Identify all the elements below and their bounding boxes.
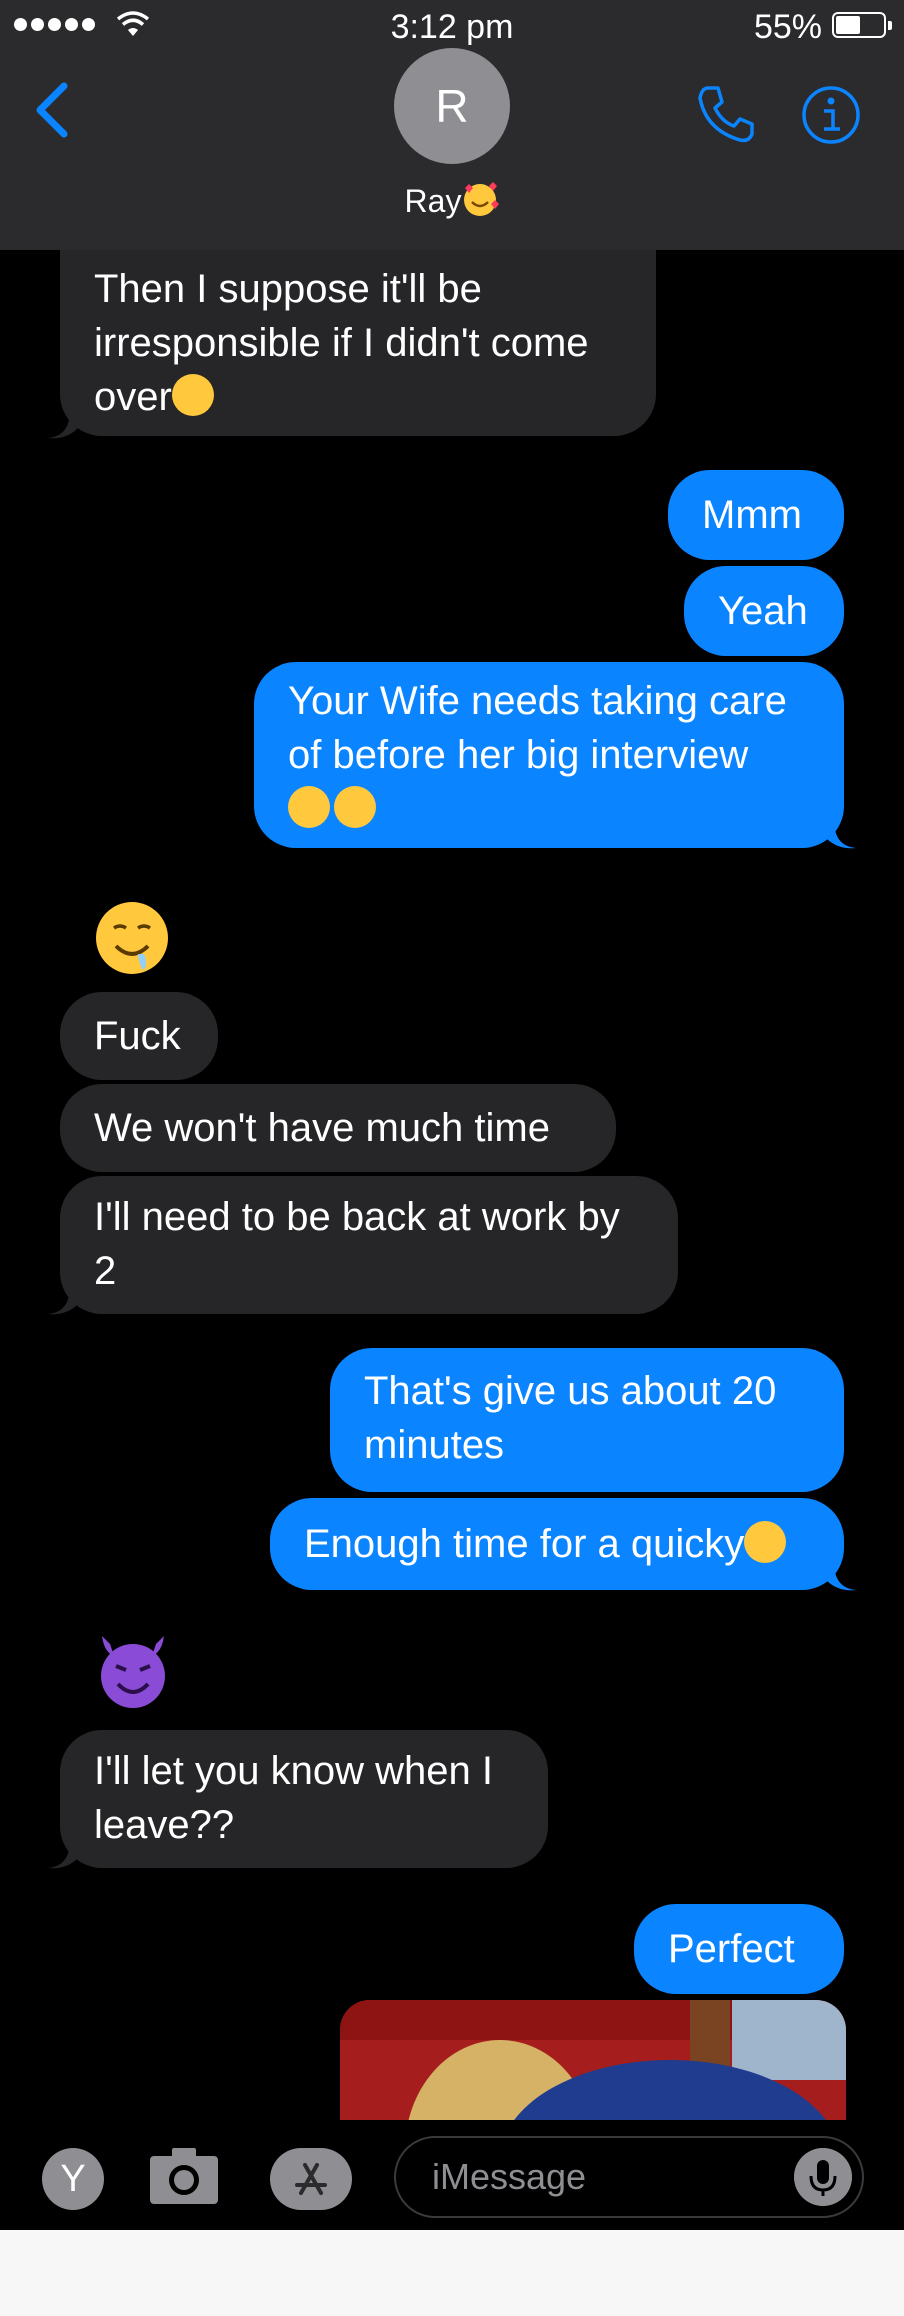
message-text: Mmm bbox=[702, 493, 802, 537]
message-line: 2 bbox=[94, 1249, 117, 1293]
drooling-face-icon[interactable] bbox=[92, 898, 172, 978]
phone-call-icon[interactable] bbox=[694, 82, 758, 146]
message-line: I'll let you know when I bbox=[94, 1749, 493, 1793]
app-store-glyph bbox=[295, 2163, 327, 2195]
message-line: leave?? bbox=[94, 1803, 235, 1847]
incoming-message[interactable]: Then I suppose it'll be irresponsible if… bbox=[60, 250, 656, 436]
outgoing-message[interactable]: Mmm bbox=[668, 470, 844, 560]
contact-name-label: Ray bbox=[404, 183, 462, 219]
avatar-initial: R bbox=[435, 80, 469, 132]
app-drawer-button[interactable]: Y bbox=[42, 2148, 104, 2210]
status-bar: 3:12 pm 55% bbox=[0, 0, 904, 52]
winking-face-icon bbox=[334, 786, 376, 829]
message-line bbox=[288, 782, 810, 836]
imessage-placeholder: iMessage bbox=[432, 2156, 587, 2197]
bubble-tail bbox=[826, 1562, 856, 1591]
photo-attachment[interactable] bbox=[340, 2000, 846, 2120]
info-icon[interactable] bbox=[800, 84, 862, 146]
incoming-message[interactable]: Fuck bbox=[60, 992, 218, 1080]
camera-icon[interactable] bbox=[148, 2144, 220, 2206]
incoming-message[interactable]: I'll need to be back at work by 2 bbox=[60, 1176, 678, 1314]
bubble-tail bbox=[48, 1286, 78, 1315]
bubble-tail bbox=[48, 1840, 78, 1869]
message-line: irresponsible if I didn't come bbox=[94, 321, 589, 365]
battery-icon bbox=[832, 12, 892, 38]
photo-image bbox=[340, 2000, 846, 2120]
message-text: Enough time for a quicky bbox=[304, 1522, 745, 1566]
message-text: Fuck bbox=[94, 1014, 181, 1058]
winking-face-icon bbox=[288, 786, 330, 829]
microphone-icon[interactable] bbox=[794, 2148, 852, 2206]
outgoing-message[interactable]: Enough time for a quicky bbox=[270, 1498, 844, 1590]
smiling-devil-icon[interactable] bbox=[92, 1630, 174, 1712]
message-line-text: over bbox=[94, 375, 172, 419]
message-text: Perfect bbox=[668, 1927, 795, 1971]
outgoing-message[interactable]: That's give us about 20 minutes bbox=[330, 1348, 844, 1492]
incoming-message[interactable]: We won't have much time bbox=[60, 1084, 616, 1172]
message-line: That's give us about 20 bbox=[364, 1369, 777, 1413]
app-store-icon[interactable] bbox=[270, 2148, 352, 2210]
contact-avatar[interactable]: R bbox=[394, 48, 510, 164]
message-line: of before her big interview bbox=[288, 733, 749, 777]
compose-bar: Y iMessage bbox=[0, 2120, 904, 2230]
winking-face-icon bbox=[744, 1521, 787, 1564]
bubble-tail bbox=[48, 410, 78, 439]
app-drawer-label: Y bbox=[60, 2157, 86, 2200]
message-line: Your Wife needs taking care bbox=[288, 679, 787, 723]
imessage-input[interactable]: iMessage bbox=[394, 2136, 864, 2218]
battery-percentage: 55% bbox=[753, 8, 822, 46]
home-indicator-area bbox=[0, 2230, 904, 2316]
outgoing-message[interactable]: Your Wife needs taking care of before he… bbox=[254, 662, 844, 848]
winking-face-icon bbox=[171, 374, 214, 417]
message-line: I'll need to be back at work by bbox=[94, 1195, 620, 1239]
bubble-tail bbox=[826, 820, 856, 849]
smiling-face-with-hearts-icon bbox=[464, 182, 500, 216]
message-text: We won't have much time bbox=[94, 1106, 550, 1150]
conversation-header: 3:12 pm 55% R Ray bbox=[0, 0, 904, 250]
incoming-message[interactable]: I'll let you know when I leave?? bbox=[60, 1730, 548, 1868]
message-text: Yeah bbox=[718, 589, 808, 633]
outgoing-message[interactable]: Yeah bbox=[684, 566, 844, 656]
message-thread[interactable]: Then I suppose it'll be irresponsible if… bbox=[0, 250, 904, 2120]
contact-name[interactable]: Ray bbox=[0, 180, 904, 220]
message-line: minutes bbox=[364, 1423, 505, 1467]
message-line: Then I suppose it'll be bbox=[94, 267, 482, 311]
outgoing-message[interactable]: Perfect bbox=[634, 1904, 844, 1994]
message-line: over bbox=[94, 370, 622, 424]
back-chevron-icon[interactable] bbox=[30, 80, 74, 140]
